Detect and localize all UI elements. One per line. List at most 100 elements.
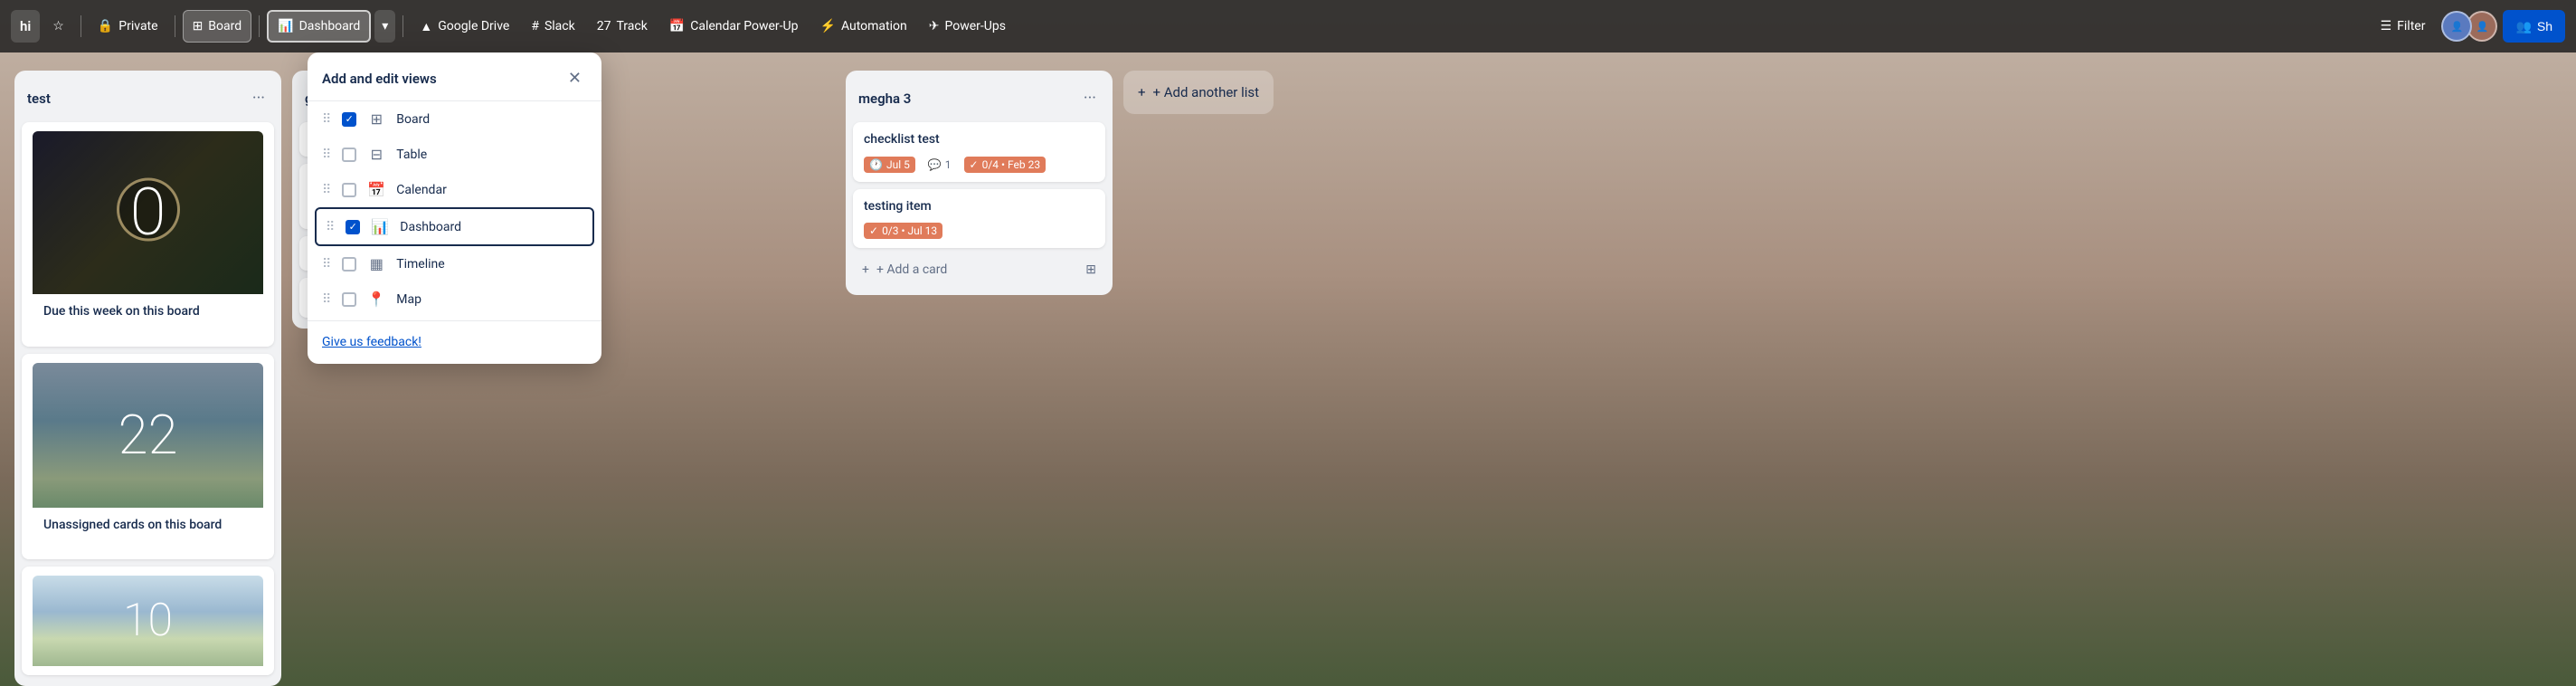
add-card-label-megha3: + Add a card (876, 262, 947, 277)
filter-icon: ☰ (2381, 19, 2392, 33)
add-card-megha3[interactable]: + + Add a card ⊞ (853, 255, 1105, 284)
dropdown-item-dashboard[interactable]: ⠿ ✓ 📊 Dashboard (315, 207, 594, 246)
dropdown-item-calendar[interactable]: ⠿ 📅 Calendar (308, 172, 601, 207)
checklist-test-comment-badge: 💬 1 (923, 157, 957, 173)
board-view-icon: ⊞ (367, 110, 385, 128)
drag-handle-board: ⠿ (322, 112, 331, 127)
hi-label: hi (20, 18, 31, 34)
map-view-label: Map (396, 292, 421, 307)
list-header-test: test ··· (22, 81, 274, 115)
table-checkbox[interactable] (342, 148, 356, 162)
private-button[interactable]: 🔒 Private (89, 10, 167, 43)
checklist-test-progress-badge: ✓ 0/4 • Feb 23 (964, 157, 1046, 173)
filter-button[interactable]: ☰ Filter (2370, 14, 2437, 39)
close-dropdown-button[interactable]: ✕ (563, 67, 587, 90)
plus-icon-megha3: + (862, 262, 869, 277)
list-megha3: megha 3 ··· checklist test 🕐 Jul 5 💬 1 ✓… (846, 71, 1113, 295)
track-button[interactable]: 27 Track (588, 10, 657, 43)
timeline-checkbox[interactable] (342, 257, 356, 272)
calendar-button[interactable]: 📅 Calendar Power-Up (660, 10, 808, 43)
star-button[interactable]: ☆ (43, 10, 73, 43)
dashboard-icon: 📊 (278, 19, 293, 33)
calendar-label: Calendar Power-Up (690, 19, 798, 33)
checklist-test-title: checklist test (864, 131, 1094, 149)
private-label: Private (118, 19, 157, 33)
gdrive-label: Google Drive (438, 19, 509, 33)
list-title-megha3: megha 3 (858, 91, 911, 107)
dropdown-item-timeline[interactable]: ⠿ ▦ Timeline (308, 246, 601, 281)
share-label: Sh (2537, 19, 2552, 33)
testing-item-progress-badge: ✓ 0/3 • Jul 13 (864, 223, 942, 239)
table-view-label: Table (396, 148, 427, 162)
gdrive-button[interactable]: ▲ Google Drive (411, 10, 518, 43)
board-view-label: Board (396, 112, 430, 127)
card-partial[interactable]: 10 (22, 567, 274, 675)
clock-badge-icon: 🕐 (869, 158, 883, 171)
due-this-week-overlay: 0 (33, 131, 263, 294)
plus-icon-list: + (1138, 84, 1146, 100)
avatar-1[interactable]: 👤 (2441, 11, 2472, 42)
megha3-card-testing[interactable]: testing item ✓ 0/3 • Jul 13 (853, 189, 1105, 249)
add-another-list[interactable]: + + Add another list (1123, 71, 1274, 114)
dropdown-header: Add and edit views ✕ (308, 63, 601, 101)
board-checkbox[interactable]: ✓ (342, 112, 356, 127)
dashboard-label: Dashboard (299, 19, 361, 33)
slack-icon: # (531, 19, 539, 33)
nav-right: ☰ Filter 👤 👤 👥 Sh (2370, 10, 2565, 43)
card-unassigned[interactable]: 22 Unassigned cards on this board (22, 354, 274, 560)
list-menu-test[interactable]: ··· (249, 85, 269, 111)
automation-label: Automation (841, 19, 907, 33)
slack-label: Slack (545, 19, 575, 33)
share-button[interactable]: 👥 Sh (2503, 10, 2565, 43)
powerups-button[interactable]: ✈ Power-Ups (920, 10, 1015, 43)
map-checkbox[interactable] (342, 292, 356, 307)
check-progress-icon: ✓ (970, 158, 979, 171)
calendar-checkbox[interactable] (342, 183, 356, 197)
unassigned-overlay: 22 (33, 363, 263, 508)
unassigned-number: 22 (118, 408, 177, 462)
board-icon: ⊞ (193, 19, 204, 33)
card-due-this-week[interactable]: 0 Due this week on this board (22, 122, 274, 347)
unassigned-label: Unassigned cards on this board (43, 517, 252, 535)
map-view-icon: 📍 (367, 291, 385, 308)
board-button[interactable]: ⊞ Board (183, 10, 252, 43)
checklist-test-badges: 🕐 Jul 5 💬 1 ✓ 0/4 • Feb 23 (864, 157, 1094, 173)
checklist-test-progress: 0/4 • Feb 23 (982, 158, 1041, 171)
powerups-label: Power-Ups (944, 19, 1005, 33)
topbar: hi ☆ 🔒 Private ⊞ Board 📊 Dashboard ▾ ▲ G… (0, 0, 2576, 52)
dropdown-title: Add and edit views (322, 71, 437, 87)
calendar-icon: 📅 (669, 19, 685, 33)
card-template-icon: ⊞ (1085, 262, 1096, 277)
avatar-group: 👤 👤 (2441, 11, 2497, 42)
dropdown-item-table[interactable]: ⠿ ⊟ Table (308, 137, 601, 172)
board-label: Board (208, 19, 242, 33)
partial-number: 10 (123, 598, 173, 643)
megha3-card-checklist[interactable]: checklist test 🕐 Jul 5 💬 1 ✓ 0/4 • Feb 2… (853, 122, 1105, 182)
track-icon: 27 (597, 19, 611, 33)
automation-icon: ⚡ (820, 19, 836, 33)
add-another-list-label: + Add another list (1153, 84, 1260, 100)
comment-icon: 💬 (928, 158, 942, 171)
feedback-link[interactable]: Give us feedback! (322, 335, 421, 349)
drag-handle-table: ⠿ (322, 148, 331, 162)
partial-overlay: 10 (33, 576, 263, 666)
dropdown-item-map[interactable]: ⠿ 📍 Map (308, 281, 601, 317)
lock-icon: 🔒 (98, 19, 113, 33)
track-label: Track (616, 19, 647, 33)
drag-handle-timeline: ⠿ (322, 257, 331, 272)
calendar-view-icon: 📅 (367, 181, 385, 198)
checklist-test-date: Jul 5 (886, 158, 910, 171)
list-menu-megha3[interactable]: ··· (1080, 85, 1100, 111)
gdrive-icon: ▲ (420, 19, 432, 34)
list-title-test: test (27, 91, 51, 107)
automation-button[interactable]: ⚡ Automation (811, 10, 916, 43)
dropdown-item-board[interactable]: ⠿ ✓ ⊞ Board (308, 101, 601, 137)
dropdown-arrow-button[interactable]: ▾ (374, 10, 395, 43)
hi-button[interactable]: hi (11, 10, 40, 43)
dashboard-button[interactable]: 📊 Dashboard (267, 10, 371, 43)
timeline-view-icon: ▦ (367, 255, 385, 272)
drag-handle-calendar: ⠿ (322, 183, 331, 197)
slack-button[interactable]: # Slack (522, 10, 583, 43)
drag-handle-map: ⠿ (322, 292, 331, 307)
dashboard-checkbox[interactable]: ✓ (346, 220, 360, 234)
